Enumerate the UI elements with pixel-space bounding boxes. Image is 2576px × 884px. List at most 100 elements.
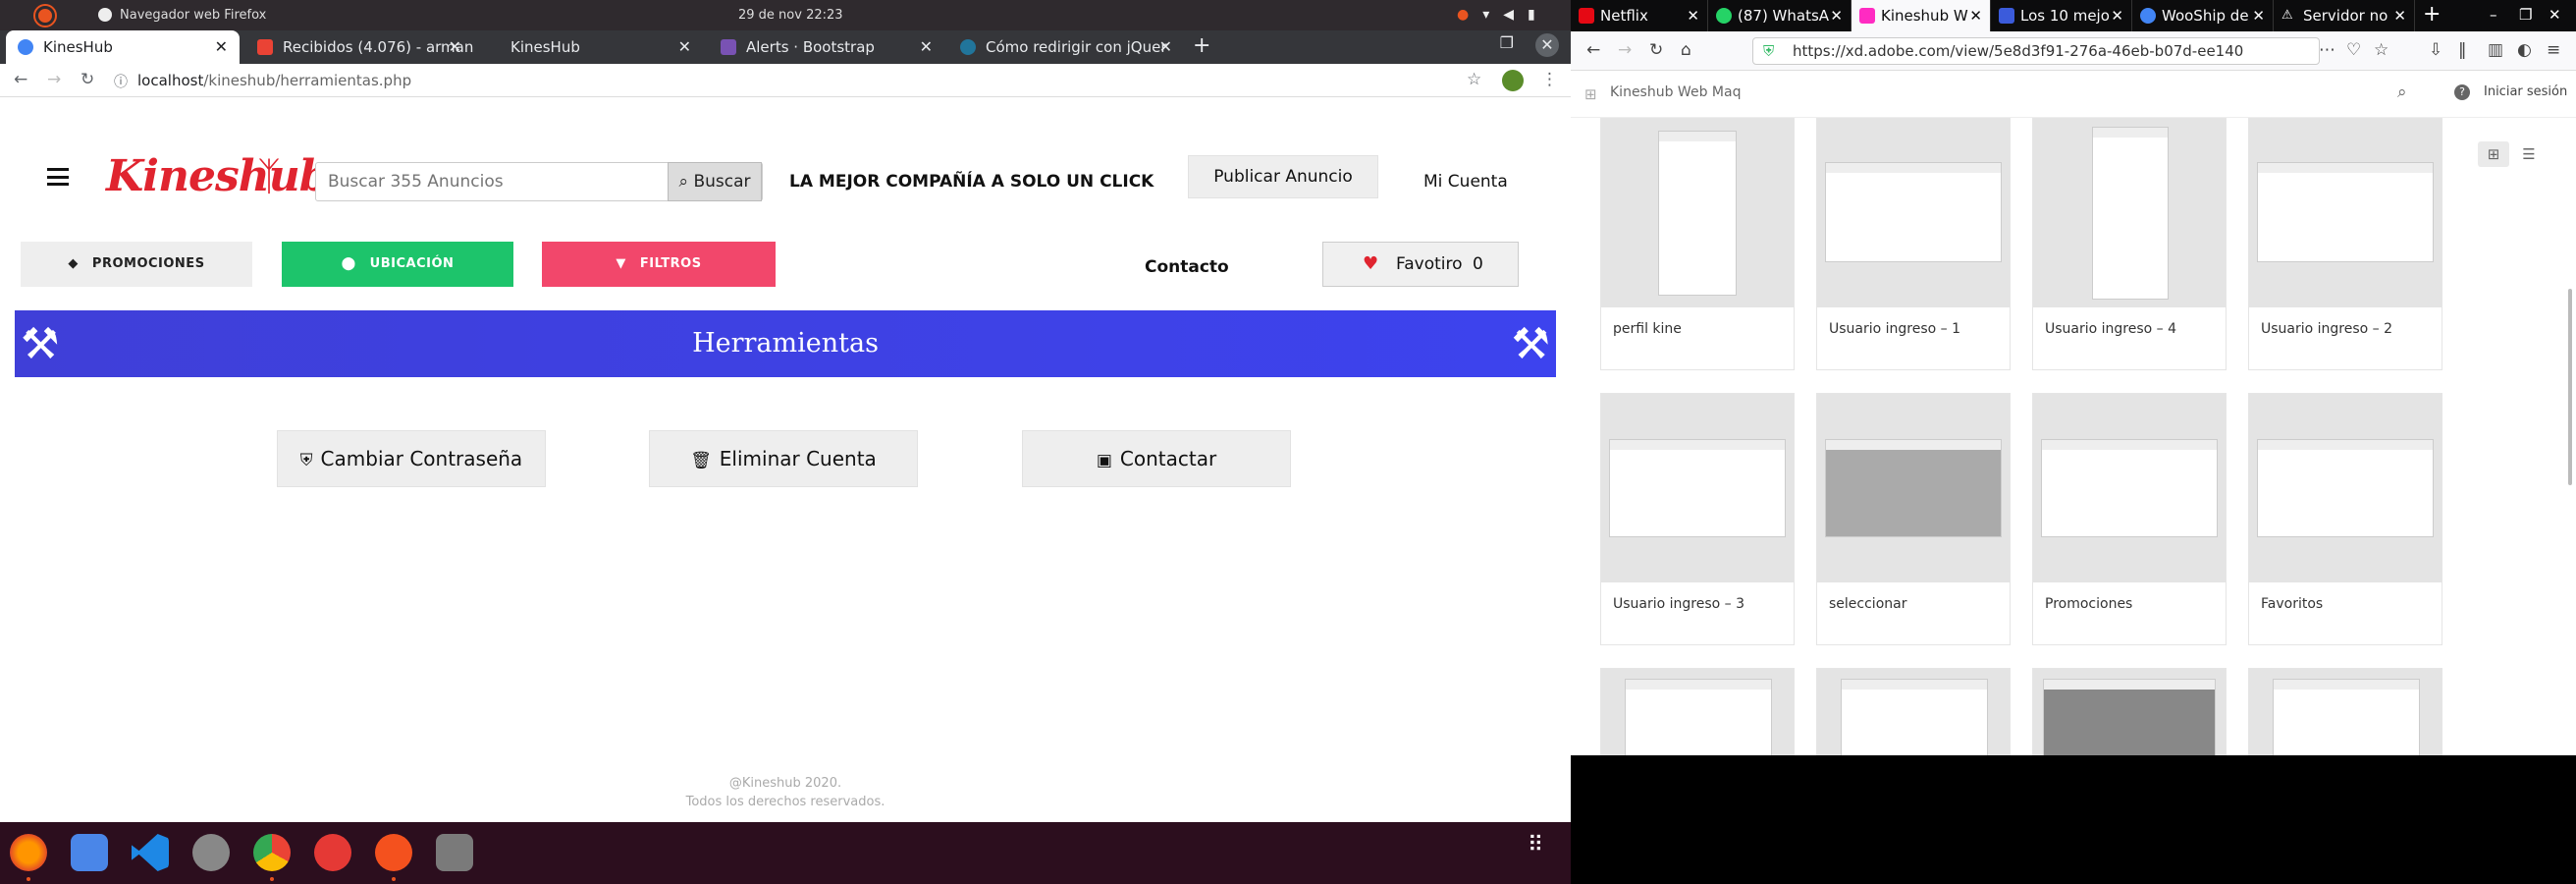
artboard-card[interactable] [2032, 668, 2227, 755]
info-icon[interactable]: ⓘ [114, 72, 128, 91]
reload-icon[interactable]: ↻ [1649, 40, 1663, 60]
chrome-tab[interactable]: Recibidos (4.076) - arman ✕ [245, 30, 473, 64]
delete-account-button[interactable]: 🗑 Eliminar Cuenta [649, 430, 918, 487]
firefox-tab[interactable]: Netflix ✕ [1571, 0, 1708, 31]
firefox-tab[interactable]: WooShip de ✕ [2132, 0, 2274, 31]
firefox-address-bar[interactable]: ⛨ https://xd.adobe.com/view/5e8d3f91-276… [1752, 37, 2320, 65]
close-tab-icon[interactable]: ✕ [215, 30, 228, 64]
menu-icon[interactable]: ≡ [2547, 40, 2560, 60]
close-tab-icon[interactable]: ✕ [920, 30, 933, 64]
postman-launcher-icon[interactable] [375, 834, 412, 881]
login-link[interactable]: Iniciar sesión [2484, 84, 2567, 99]
firefox-tab[interactable]: Los 10 mejo ✕ [1991, 0, 2132, 31]
publish-ad-button[interactable]: Publicar Anuncio [1188, 155, 1378, 198]
close-tab-icon[interactable]: ✕ [449, 30, 461, 64]
contact-link[interactable]: Contacto [1145, 257, 1229, 277]
close-tab-icon[interactable]: ✕ [1969, 0, 1982, 31]
extension-icon[interactable]: ◐ [2517, 40, 2532, 60]
back-icon[interactable]: ← [1586, 40, 1600, 60]
close-tab-icon[interactable]: ✕ [1159, 30, 1172, 64]
close-tab-icon[interactable]: ✕ [2252, 0, 2265, 31]
record-icon[interactable]: ● [1457, 7, 1469, 23]
library-icon[interactable]: ‖ [2458, 40, 2467, 60]
artboard-card[interactable] [1600, 668, 1795, 755]
close-tab-icon[interactable]: ✕ [2111, 0, 2123, 31]
close-tab-icon[interactable]: ✕ [1830, 0, 1843, 31]
ubuntu-logo-icon[interactable] [33, 4, 57, 28]
files-launcher-icon[interactable] [71, 834, 108, 871]
grid-view-icon[interactable]: ⊞ [2478, 141, 2509, 167]
artboard-card[interactable]: Favoritos [2248, 393, 2442, 645]
my-account-link[interactable]: Mi Cuenta [1423, 172, 1508, 192]
sidebar-icon[interactable]: ▥ [2488, 40, 2503, 60]
firefox-tab[interactable]: Kineshub W ✕ [1852, 0, 1991, 31]
bookmark-star-icon[interactable]: ☆ [1467, 70, 1481, 89]
artboard-card[interactable] [1816, 668, 2011, 755]
download-icon[interactable]: ⇩ [2429, 40, 2442, 60]
reload-icon[interactable]: ↻ [80, 70, 94, 89]
kineshub-logo[interactable]: Kineshub [106, 151, 329, 201]
artboard-card[interactable]: Usuario ingreso – 3 [1600, 393, 1795, 645]
contact-button[interactable]: ▣ Contactar [1022, 430, 1291, 487]
firefox-tab[interactable]: (87) WhatsA ✕ [1708, 0, 1852, 31]
artboard-card[interactable]: Usuario ingreso – 1 [1816, 118, 2011, 370]
filters-button[interactable]: ▼ FILTROS [542, 242, 776, 287]
close-tab-icon[interactable]: ✕ [2393, 0, 2406, 31]
restore-window-icon[interactable]: ❐ [2519, 6, 2532, 24]
system-tray[interactable]: ● ▾ ◀ ▮ [1457, 7, 1535, 23]
address-bar[interactable]: localhost/kineshub/herramientas.php [137, 72, 411, 89]
forward-icon[interactable]: → [47, 70, 61, 89]
vscode-launcher-icon[interactable] [132, 834, 169, 871]
terminal-launcher-icon[interactable] [436, 834, 473, 871]
chrome-tab[interactable]: KinesHub ✕ [481, 30, 703, 64]
close-window-icon[interactable]: ✕ [1535, 33, 1559, 57]
wifi-icon[interactable]: ▾ [1482, 7, 1489, 23]
chrome-tab[interactable]: Cómo redirigir con jQuer ✕ [948, 30, 1184, 64]
location-button[interactable]: ⬤ UBICACIÓN [282, 242, 513, 287]
back-icon[interactable]: ← [14, 70, 27, 89]
firefox-launcher-icon[interactable] [10, 834, 47, 881]
firefox-tab[interactable]: ⚠ Servidor no ✕ [2274, 0, 2415, 31]
battery-icon[interactable]: ▮ [1528, 7, 1535, 23]
menu-dots-icon[interactable]: ⋮ [1541, 70, 1558, 89]
search-icon[interactable]: ⌕ [2397, 83, 2407, 102]
media-player-launcher-icon[interactable] [314, 834, 351, 871]
new-tab-icon[interactable]: + [1193, 33, 1210, 58]
change-password-button[interactable]: ⛨ Cambiar Contraseña [277, 430, 546, 487]
bookmark-star-icon[interactable]: ☆ [2374, 40, 2388, 60]
hamburger-menu-icon[interactable] [47, 168, 69, 186]
home-icon[interactable]: ⌂ [1681, 40, 1691, 60]
volume-icon[interactable]: ◀ [1503, 7, 1514, 23]
search-button[interactable]: ⌕ Buscar [668, 162, 762, 201]
artboard-card[interactable]: Usuario ingreso – 2 [2248, 118, 2442, 370]
close-tab-icon[interactable]: ✕ [678, 30, 691, 64]
artboard-card[interactable]: Usuario ingreso – 4 [2032, 118, 2227, 370]
help-icon[interactable]: ? [2454, 84, 2470, 100]
running-indicator [392, 877, 396, 881]
clock[interactable]: 29 de nov 22:23 [738, 8, 843, 23]
close-window-icon[interactable]: ✕ [2549, 6, 2561, 24]
minimize-icon[interactable]: – [2490, 6, 2497, 24]
detail-view-icon[interactable]: ☰ [2513, 141, 2545, 167]
new-tab-icon[interactable]: + [2423, 2, 2441, 27]
promotions-button[interactable]: ◆ PROMOCIONES [21, 242, 252, 287]
chrome-tab[interactable]: KinesHub ✕ [6, 30, 240, 64]
artboard-card[interactable] [2248, 668, 2442, 755]
artboard-card[interactable]: seleccionar [1816, 393, 2011, 645]
settings-launcher-icon[interactable] [192, 834, 230, 871]
grid-icon[interactable]: ⊞ [1584, 85, 1597, 103]
chrome-launcher-icon[interactable] [253, 834, 291, 881]
scrollbar[interactable] [2568, 289, 2572, 485]
forward-icon[interactable]: → [1618, 40, 1632, 60]
page-actions-icon[interactable]: ⋯ [2319, 40, 2335, 60]
restore-window-icon[interactable]: ❐ [1500, 33, 1514, 57]
extension-icon[interactable] [1502, 70, 1524, 91]
artboard-card[interactable]: Promociones [2032, 393, 2227, 645]
favorites-button[interactable]: ♥ Favotiro 0 [1322, 242, 1519, 287]
pocket-icon[interactable]: ♡ [2346, 40, 2361, 60]
chrome-tab[interactable]: Alerts · Bootstrap ✕ [709, 30, 944, 64]
artboard-card[interactable]: perfil kine [1600, 118, 1795, 370]
show-applications-icon[interactable]: ⠿ [1528, 835, 1544, 856]
close-tab-icon[interactable]: ✕ [1687, 0, 1699, 31]
search-input[interactable] [328, 163, 642, 200]
